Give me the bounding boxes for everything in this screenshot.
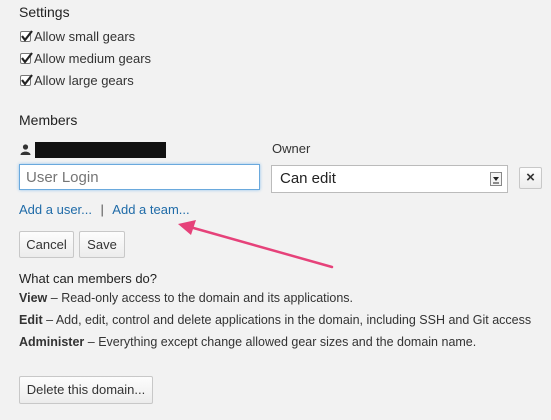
arrow-annotation bbox=[178, 220, 334, 269]
check-icon[interactable] bbox=[20, 29, 33, 42]
role-text: Read-only access to the domain and its a… bbox=[61, 291, 354, 305]
role-dash: – bbox=[46, 313, 54, 327]
remove-member-button[interactable]: × bbox=[519, 167, 542, 189]
add-user-link[interactable]: Add a user... bbox=[19, 202, 92, 217]
checkbox-label: Allow medium gears bbox=[34, 50, 152, 66]
add-links: Add a user... | Add a team... bbox=[19, 201, 190, 219]
user-login-input[interactable] bbox=[19, 164, 260, 190]
members-heading: Members bbox=[19, 112, 78, 128]
delete-domain-button[interactable]: Delete this domain... bbox=[19, 376, 153, 404]
checkbox-allow-large-gears[interactable]: Allow large gears bbox=[20, 71, 134, 89]
link-separator: | bbox=[100, 202, 104, 217]
role-text: Everything except change allowed gear si… bbox=[98, 335, 477, 349]
redacted-member-name bbox=[35, 142, 166, 158]
settings-heading: Settings bbox=[19, 4, 70, 20]
checkbox-label: Allow large gears bbox=[34, 72, 134, 88]
role-column-header: Owner bbox=[272, 141, 311, 156]
role-description-view: View – Read-only access to the domain an… bbox=[19, 291, 353, 305]
checkbox-label: Allow small gears bbox=[34, 28, 136, 44]
role-name: Administer bbox=[19, 335, 85, 349]
role-text: Add, edit, control and delete applicatio… bbox=[55, 313, 532, 327]
user-icon bbox=[20, 142, 31, 160]
save-button[interactable]: Save bbox=[79, 231, 125, 258]
role-description-administer: Administer – Everything except change al… bbox=[19, 335, 476, 349]
checkbox-allow-medium-gears[interactable]: Allow medium gears bbox=[20, 49, 151, 67]
role-dash: – bbox=[50, 291, 58, 305]
check-icon[interactable] bbox=[20, 73, 33, 86]
role-name: Edit bbox=[19, 313, 43, 327]
check-icon[interactable] bbox=[20, 51, 33, 64]
members-help-question: What can members do? bbox=[19, 271, 158, 286]
close-icon: × bbox=[526, 169, 535, 186]
checkbox-allow-small-gears[interactable]: Allow small gears bbox=[20, 27, 135, 45]
role-dash: – bbox=[87, 335, 95, 349]
role-description-edit: Edit – Add, edit, control and delete app… bbox=[19, 313, 531, 327]
permission-select-value: Can edit bbox=[280, 170, 336, 187]
permission-select[interactable]: Can edit bbox=[271, 165, 508, 193]
role-name: View bbox=[19, 291, 48, 305]
dropdown-arrow-icon[interactable] bbox=[490, 172, 502, 186]
cancel-button[interactable]: Cancel bbox=[19, 231, 74, 258]
